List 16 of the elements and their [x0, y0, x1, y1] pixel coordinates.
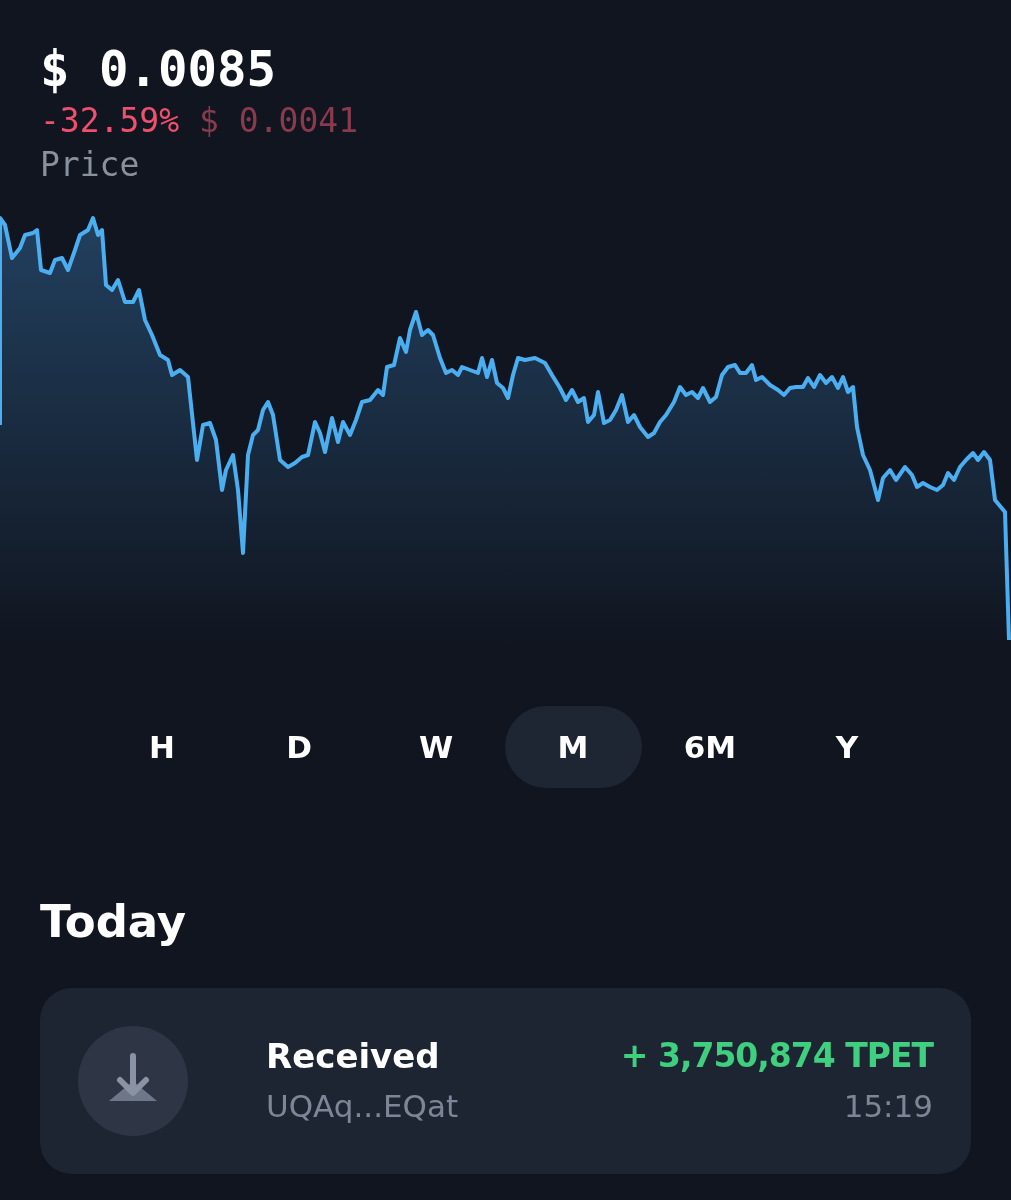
- transaction-amount: + 3,750,874 TPET: [620, 1035, 933, 1077]
- timeframe-tab[interactable]: D: [230, 706, 368, 788]
- timeframe-tab[interactable]: M: [504, 706, 642, 788]
- timeframe-tab[interactable]: Y: [778, 706, 916, 788]
- price-label: Price: [40, 144, 140, 186]
- wallet-address: UQAq...EQat: [266, 1087, 459, 1126]
- section-title: Today: [40, 894, 187, 950]
- change-amount: $ 0.0041: [199, 100, 359, 142]
- timeframe-tab[interactable]: 6M: [641, 706, 779, 788]
- transaction-card[interactable]: Received UQAq...EQat + 3,750,874 TPET 15:19: [40, 988, 971, 1174]
- transaction-time: 15:19: [843, 1087, 933, 1126]
- change-percent: -32.59%: [40, 100, 180, 142]
- transaction-type: Received: [266, 1035, 440, 1078]
- timeframe-tab[interactable]: H: [93, 706, 231, 788]
- price-value: $ 0.0085: [40, 40, 276, 100]
- timeframe-tab[interactable]: W: [367, 706, 505, 788]
